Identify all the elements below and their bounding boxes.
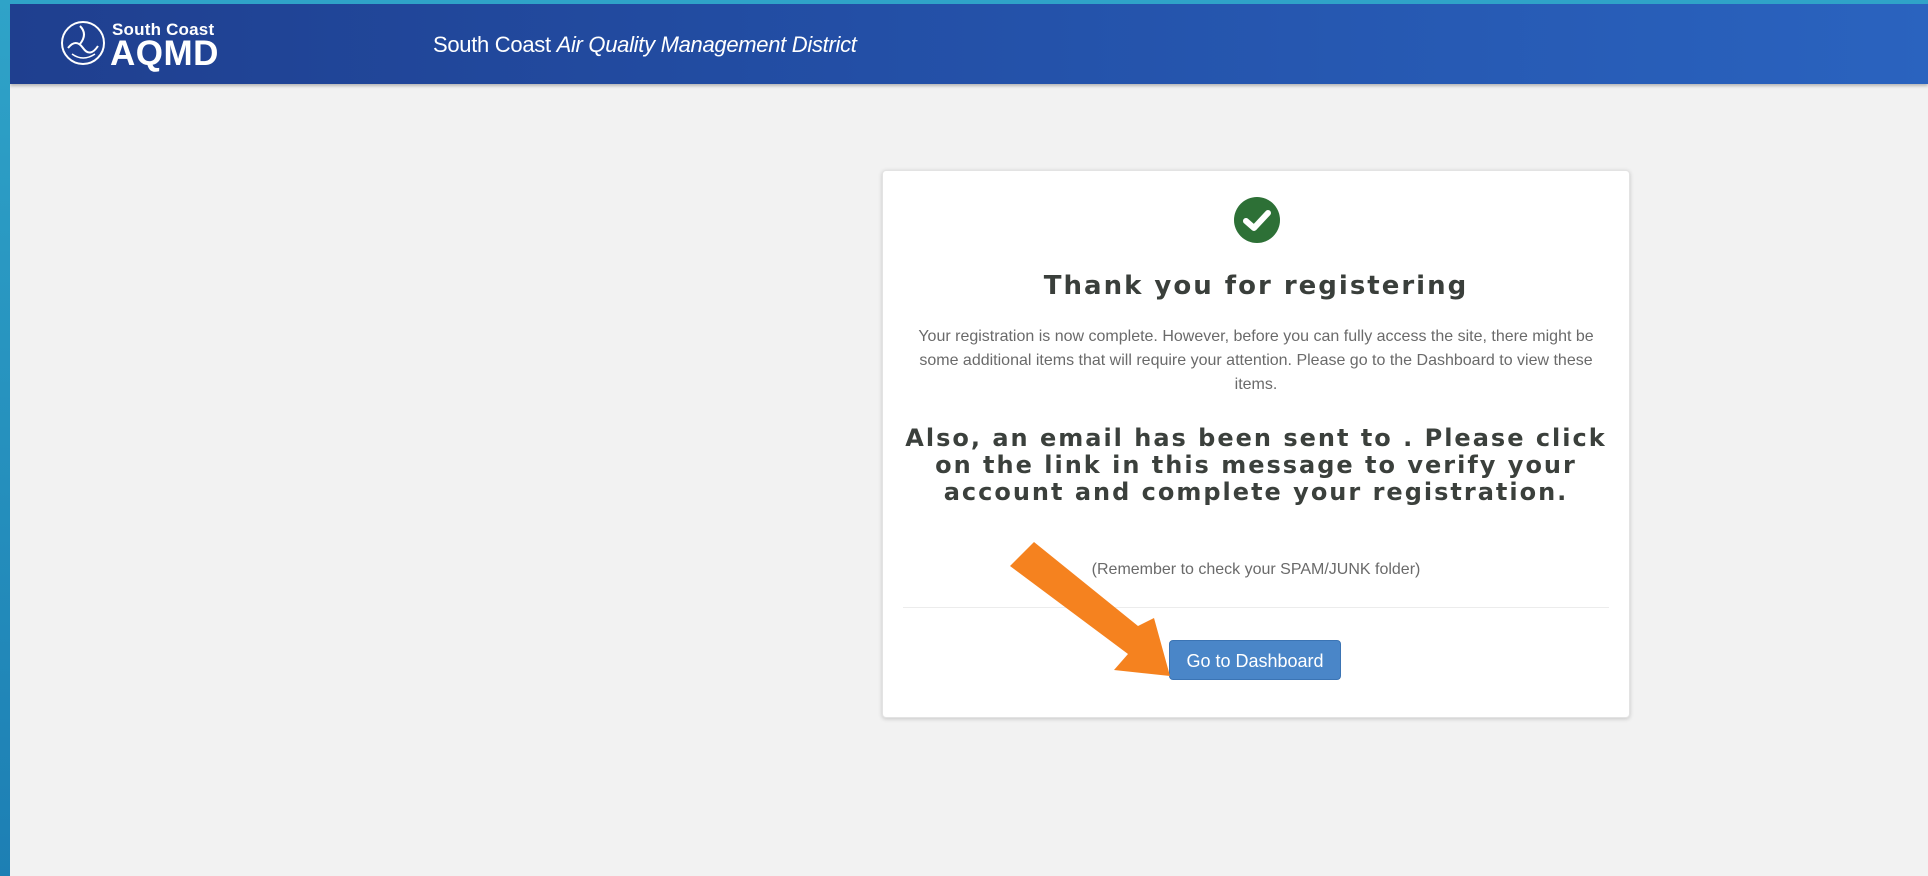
registration-confirmation-card: Thank you for registering Your registrat…	[882, 170, 1630, 718]
go-to-dashboard-button[interactable]: Go to Dashboard	[1169, 640, 1341, 680]
browser-page: South Coast AQMD South Coast Air Quality…	[10, 4, 1928, 876]
confirmation-heading: Thank you for registering	[1043, 271, 1469, 301]
aqmd-logo-icon	[61, 21, 105, 65]
divider	[903, 607, 1609, 608]
pointer-arrow-icon	[1010, 542, 1170, 676]
logo-text-big: AQMD	[110, 34, 219, 73]
spam-note: (Remember to check your SPAM/JUNK folder…	[1091, 561, 1421, 578]
email-notice: Also, an email has been sent to . Please…	[905, 424, 1607, 506]
aqmd-logo[interactable]: South Coast AQMD	[58, 14, 248, 74]
confirmation-paragraph: Your registration is now complete. Howev…	[918, 328, 1594, 393]
site-header: South Coast AQMD South Coast Air Quality…	[10, 4, 1928, 84]
site-title-plain: South Coast	[433, 32, 557, 57]
site-title: South Coast Air Quality Management Distr…	[433, 32, 857, 58]
check-circle-icon	[1234, 197, 1280, 243]
site-title-italic: Air Quality Management District	[556, 32, 857, 57]
